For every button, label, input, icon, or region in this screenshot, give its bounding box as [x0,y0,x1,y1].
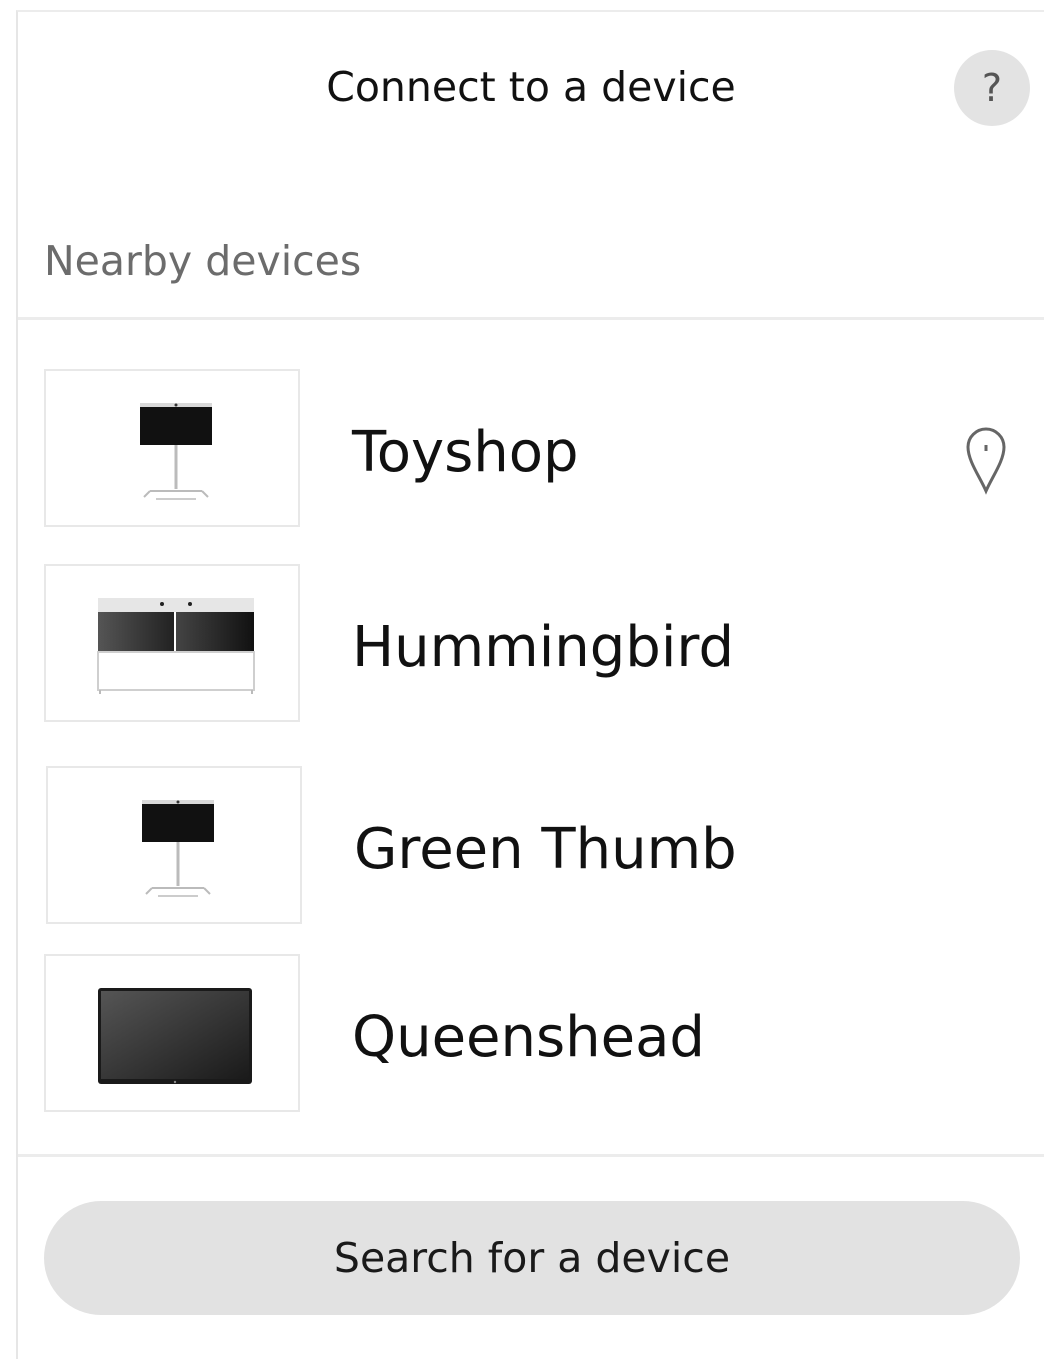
stand-display-icon [44,369,300,527]
device-name: Toyshop [352,420,579,485]
connect-panel: Connect to a device ? Nearby devices Toy… [16,10,1044,1359]
divider [18,1154,1044,1157]
search-device-button[interactable]: Search for a device [44,1201,1020,1315]
device-row-queenshead[interactable]: Queenshead [18,954,1044,1130]
wall-display-icon [44,954,300,1112]
device-name: Hummingbird [352,615,734,680]
device-row-green-thumb[interactable]: Green Thumb [18,766,1044,942]
location-pin-icon [962,421,1010,499]
divider [18,317,1044,320]
page-title: Connect to a device [326,63,736,111]
device-name: Queenshead [352,1005,705,1070]
stand-display-icon [46,766,302,924]
section-label-nearby: Nearby devices [44,237,362,285]
device-name: Green Thumb [354,817,737,882]
device-row-hummingbird[interactable]: Hummingbird [18,564,1044,740]
help-button[interactable]: ? [954,50,1030,126]
device-row-toyshop[interactable]: Toyshop [18,369,1044,545]
dual-display-cart-icon [44,564,300,722]
